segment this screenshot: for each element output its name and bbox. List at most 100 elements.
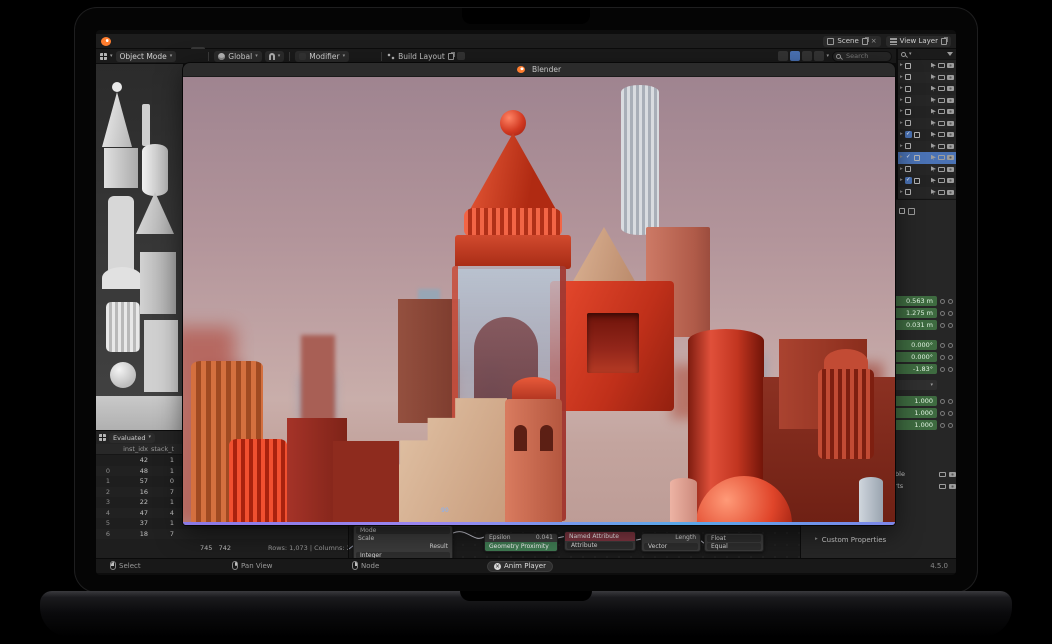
node-row[interactable]: Scale	[354, 535, 452, 543]
window-titlebar[interactable]: Blender	[183, 63, 895, 77]
lock-icon[interactable]	[948, 355, 953, 360]
lock-icon[interactable]	[948, 399, 953, 404]
custom-properties-panel[interactable]: ▸ Custom Properties	[815, 536, 886, 544]
stop-icon[interactable]: ×	[494, 563, 501, 570]
view-layer-selector[interactable]: View Layer	[886, 36, 951, 47]
viewport-3d[interactable]	[96, 64, 184, 430]
node-row[interactable]: Length	[642, 534, 700, 542]
checkbox-icon[interactable]: ✓	[905, 131, 912, 138]
node-row[interactable]: Vector	[644, 543, 698, 550]
editor-type-icon[interactable]	[100, 53, 107, 60]
snap-dropdown[interactable]: ▾	[265, 51, 285, 62]
node-row[interactable]: Equal	[707, 543, 761, 550]
shading-toggle-icon[interactable]	[814, 51, 824, 61]
viewport-toggle-icon[interactable]	[938, 63, 945, 68]
outliner-row[interactable]: ▸ ✓	[898, 106, 956, 118]
expand-icon[interactable]: ▸	[900, 75, 903, 81]
viewport-icon[interactable]	[939, 484, 946, 489]
lock-icon[interactable]	[948, 311, 953, 316]
viewport-toggle-icon[interactable]	[938, 155, 945, 160]
node-row[interactable]: Epsilon 0.041	[485, 534, 557, 542]
selectable-toggle-icon[interactable]	[931, 178, 936, 184]
selectable-toggle-icon[interactable]	[931, 132, 936, 138]
new-view-layer-icon[interactable]	[941, 38, 947, 45]
viewport-toggle-icon[interactable]	[938, 178, 945, 183]
selectable-toggle-icon[interactable]	[931, 74, 936, 80]
expand-icon[interactable]: ▸	[900, 144, 903, 150]
outliner-row[interactable]: ▸ ✓	[898, 95, 956, 107]
outliner-row[interactable]: ▸ ✓	[898, 118, 956, 130]
viewport-icon[interactable]	[939, 472, 946, 477]
outliner-row[interactable]: ▸ ✓	[898, 164, 956, 176]
selectable-toggle-icon[interactable]	[931, 120, 936, 126]
selectable-toggle-icon[interactable]	[931, 143, 936, 149]
render-toggle-icon[interactable]	[947, 155, 954, 160]
node-row[interactable]: Attribute	[567, 542, 633, 549]
camera-icon[interactable]	[949, 484, 956, 489]
lock-icon[interactable]	[948, 323, 953, 328]
camera-icon[interactable]	[949, 472, 956, 477]
viewport-toggle-icon[interactable]	[938, 190, 945, 195]
render-toggle-icon[interactable]	[947, 167, 954, 172]
decorator-icon[interactable]	[940, 367, 945, 372]
expand-icon[interactable]: ▸	[900, 86, 903, 92]
orientation-dropdown[interactable]: Global ▾	[214, 51, 261, 62]
expand-icon[interactable]: ▸	[900, 109, 903, 115]
node-compare[interactable]: Float Equal	[704, 533, 764, 552]
outliner-row[interactable]: ▸ ✓	[898, 187, 956, 199]
column-header[interactable]: inst_idx	[112, 445, 150, 453]
viewport-toggle-icon[interactable]	[938, 121, 945, 126]
scene-selector[interactable]: Scene ×	[823, 36, 880, 47]
decorator-icon[interactable]	[940, 311, 945, 316]
expand-icon[interactable]: ▸	[900, 98, 903, 104]
render-toggle-icon[interactable]	[947, 190, 954, 195]
expand-icon[interactable]: ▸	[900, 178, 903, 184]
render-toggle-icon[interactable]	[947, 63, 954, 68]
render-toggle-icon[interactable]	[947, 144, 954, 149]
outliner-row[interactable]: ▸ ✓	[898, 141, 956, 153]
lock-icon[interactable]	[948, 343, 953, 348]
node-row[interactable]: Float	[707, 535, 761, 542]
node-math[interactable]: Mode Scale Result Integer	[353, 525, 453, 561]
lock-icon[interactable]	[948, 367, 953, 372]
filter-icon[interactable]	[947, 52, 953, 56]
lock-icon[interactable]	[948, 299, 953, 304]
anim-player-badge[interactable]: × Anim Player	[487, 561, 553, 572]
selectable-toggle-icon[interactable]	[931, 97, 936, 103]
render-toggle-icon[interactable]	[947, 109, 954, 114]
expand-icon[interactable]: ▸	[900, 167, 903, 173]
unlink-scene-icon[interactable]: ×	[871, 38, 877, 45]
render-toggle-icon[interactable]	[947, 75, 954, 80]
decorator-icon[interactable]	[940, 355, 945, 360]
selectable-toggle-icon[interactable]	[931, 109, 936, 115]
column-header[interactable]: stack_t	[150, 445, 176, 453]
outliner-row[interactable]: ▸ ✓	[898, 152, 956, 164]
dataset-dropdown[interactable]: Evaluated ▾	[109, 433, 155, 443]
node-row[interactable]: Mode	[356, 527, 450, 534]
selectable-toggle-icon[interactable]	[931, 63, 936, 69]
selectable-toggle-icon[interactable]	[931, 155, 936, 161]
decorator-icon[interactable]	[940, 411, 945, 416]
node-geometry-proximity[interactable]: Epsilon 0.041 Geometry Proximity	[484, 533, 558, 552]
expand-icon[interactable]: ▸	[900, 155, 903, 161]
viewport-toggle-icon[interactable]	[938, 75, 945, 80]
lock-icon[interactable]	[948, 423, 953, 428]
render-toggle-icon[interactable]	[947, 132, 954, 137]
selectable-toggle-icon[interactable]	[931, 166, 936, 172]
viewport-toggle-icon[interactable]	[938, 86, 945, 91]
decorator-icon[interactable]	[940, 299, 945, 304]
blender-logo-icon[interactable]	[101, 37, 111, 46]
viewport-toggle-icon[interactable]	[938, 132, 945, 137]
decorator-icon[interactable]	[940, 343, 945, 348]
new-scene-icon[interactable]	[862, 38, 868, 45]
snapping-toggle-icon[interactable]	[778, 51, 788, 61]
node-length[interactable]: Length Vector	[641, 533, 701, 552]
outliner-row[interactable]: ▸ ✓	[898, 83, 956, 95]
node-header[interactable]: Geometry Proximity	[485, 542, 557, 551]
active-overlay-toggle-icon[interactable]	[790, 51, 800, 61]
outliner-row[interactable]: ▸ ✓	[898, 72, 956, 84]
outliner-row[interactable]: ▸ ✓	[898, 60, 956, 72]
outliner-row[interactable]: ▸ ✓	[898, 129, 956, 141]
node-row[interactable]: Result	[354, 543, 452, 551]
lock-icon[interactable]	[948, 411, 953, 416]
